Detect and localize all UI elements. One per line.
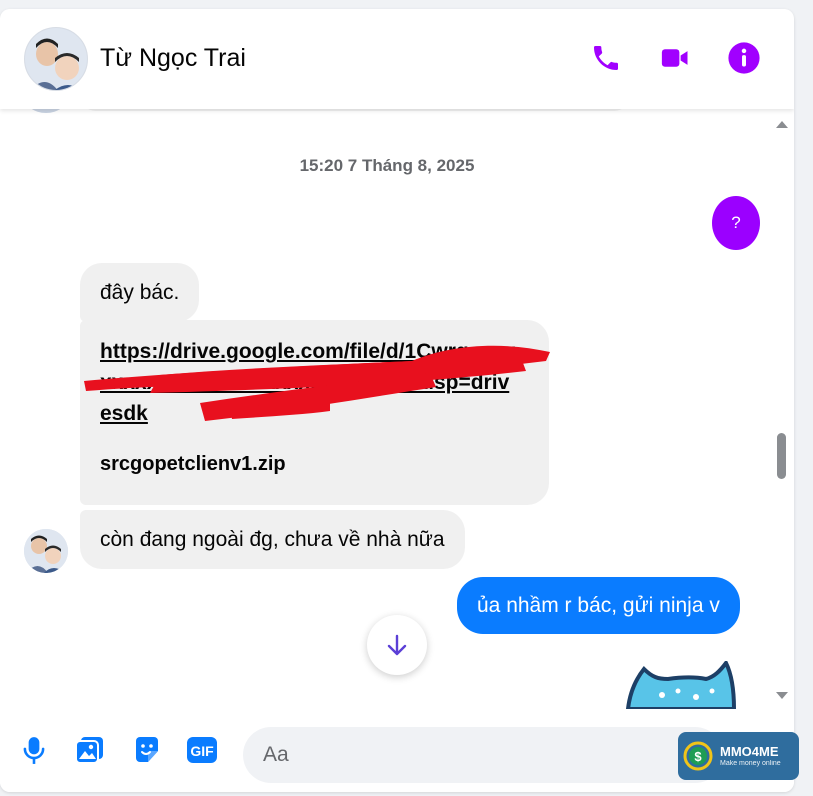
- incoming-message[interactable]: còn đang ngoài đg, chưa về nhà nữa: [80, 510, 465, 570]
- sticker-button[interactable]: [130, 733, 164, 767]
- message-composer: GIF: [0, 709, 794, 792]
- gif-button[interactable]: GIF: [185, 733, 219, 767]
- chat-header: Từ Ngọc Trai: [0, 9, 794, 109]
- arrow-down-icon: [387, 634, 407, 656]
- message-timestamp: 15:20 7 Tháng 8, 2025: [299, 156, 475, 175]
- video-icon: [661, 49, 688, 67]
- drive-link[interactable]: https://drive.google.com/file/d/1Cwrg_xx…: [100, 336, 520, 429]
- contact-avatar[interactable]: [24, 27, 88, 91]
- scrollbar-down-arrow[interactable]: [775, 691, 789, 701]
- sticker-cat[interactable]: [622, 661, 742, 709]
- message-bubble-previous[interactable]: [80, 109, 630, 111]
- avatar: [24, 109, 68, 113]
- outgoing-message[interactable]: ủa nhầm r bác, gửi ninja v: [457, 577, 740, 635]
- svg-text:$: $: [694, 749, 702, 764]
- incoming-link-message[interactable]: https://drive.google.com/file/d/1Cwrg_xx…: [80, 320, 549, 505]
- watermark-title: MMO4ME: [720, 744, 779, 759]
- image-icon: [75, 737, 103, 764]
- info-icon: [728, 42, 760, 74]
- microphone-icon: [23, 737, 45, 764]
- scrollbar-up-arrow[interactable]: [775, 119, 789, 129]
- attachment-filename: srcgopetclienv1.zip: [100, 453, 286, 475]
- outgoing-message[interactable]: ?: [712, 196, 760, 250]
- attach-image-button[interactable]: [73, 733, 107, 767]
- gif-icon: GIF: [187, 737, 217, 763]
- message-input[interactable]: [243, 727, 723, 783]
- chat-window: Từ Ngọc Trai 15:20 7 Tháng 8, 2025 ? đây: [0, 9, 794, 792]
- scrollbar-thumb[interactable]: [777, 433, 786, 479]
- watermark-subtitle: Make money online: [720, 760, 781, 767]
- video-call-button[interactable]: [658, 41, 692, 75]
- message-list[interactable]: 15:20 7 Tháng 8, 2025 ? đây bác. https:/…: [0, 109, 794, 709]
- watermark-logo: $ MMO4ME Make money online: [678, 732, 799, 780]
- svg-text:GIF: GIF: [190, 743, 214, 759]
- phone-call-button[interactable]: [589, 41, 623, 75]
- phone-icon: [594, 46, 618, 70]
- voice-clip-button[interactable]: [17, 733, 51, 767]
- contact-name[interactable]: Từ Ngọc Trai: [100, 44, 246, 73]
- conversation-info-button[interactable]: [727, 41, 761, 75]
- dollar-icon: $: [683, 741, 713, 771]
- sticker-icon: [136, 737, 158, 762]
- contact-avatar-small[interactable]: [24, 529, 68, 573]
- incoming-message[interactable]: đây bác.: [80, 263, 200, 323]
- scroll-to-bottom-button[interactable]: [367, 615, 427, 675]
